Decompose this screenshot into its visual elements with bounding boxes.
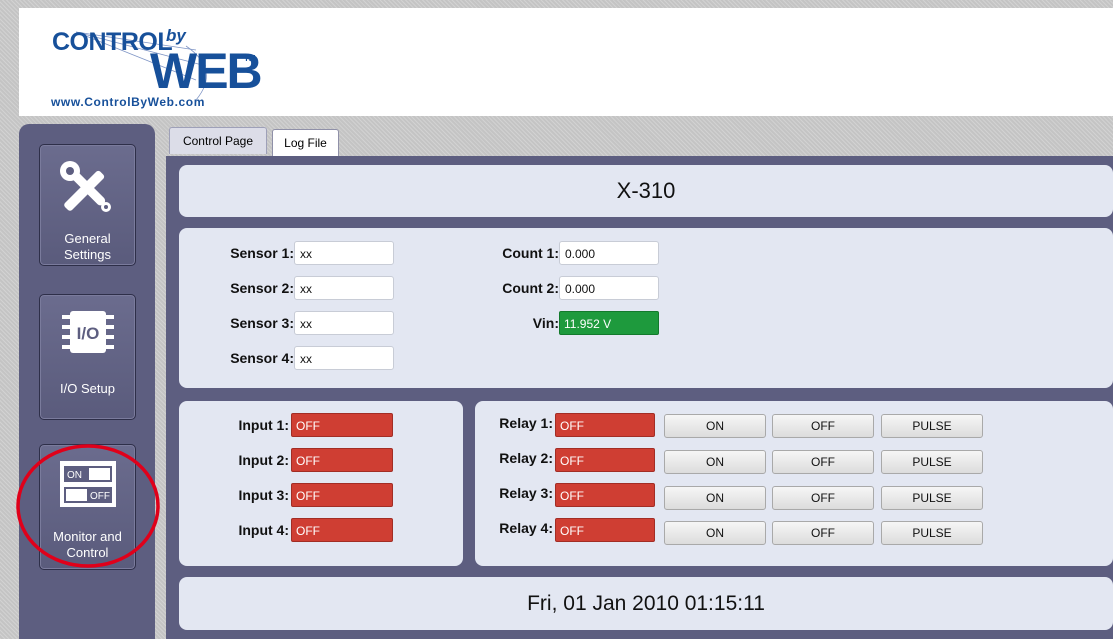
- sidebar-item-label: I/O Setup: [60, 381, 115, 396]
- sensor-label: Sensor 4:: [230, 350, 294, 366]
- input-status-badge: OFF: [291, 518, 393, 542]
- controlbyweb-logo[interactable]: CONTROL by WEB TM www.ControlByWeb.com: [46, 20, 276, 112]
- datetime-panel: Fri, 01 Jan 2010 01:15:11: [179, 577, 1113, 630]
- tab-control-page[interactable]: Control Page: [169, 127, 267, 154]
- relay-2-off-button[interactable]: OFF: [772, 450, 874, 474]
- sidebar-item-io-setup[interactable]: I/O I/O Setup: [39, 294, 136, 420]
- relay-1-off-button[interactable]: OFF: [772, 414, 874, 438]
- sensor-value: xx: [294, 276, 394, 300]
- sidebar-item-label: Monitor and Control: [53, 529, 122, 560]
- input-label: Input 4:: [238, 522, 289, 538]
- sensor-value: xx: [294, 241, 394, 265]
- vin-label: Vin:: [532, 315, 559, 331]
- switch-on-text: ON: [67, 470, 82, 481]
- relay-label: Relay 1:: [499, 415, 553, 431]
- relay-3-off-button[interactable]: OFF: [772, 486, 874, 510]
- relay-panel: Relay 1: OFF ON OFF PULSE Relay 2: OFF O…: [475, 401, 1113, 566]
- relay-status-badge: OFF: [555, 448, 655, 472]
- input-panel: Input 1: OFF Input 2: OFF Input 3: OFF I…: [179, 401, 463, 566]
- sidebar-item-general-settings[interactable]: General Settings: [39, 144, 136, 266]
- switch-off-text: OFF: [90, 491, 110, 502]
- logo-url-text: www.ControlByWeb.com: [51, 95, 206, 109]
- relay-1-pulse-button[interactable]: PULSE: [881, 414, 983, 438]
- relay-4-on-button[interactable]: ON: [664, 521, 766, 545]
- relay-2-pulse-button[interactable]: PULSE: [881, 450, 983, 474]
- device-title: X-310: [616, 178, 676, 203]
- input-status-badge: OFF: [291, 413, 393, 437]
- header: CONTROL by WEB TM www.ControlByWeb.com: [19, 8, 1113, 116]
- input-status-badge: OFF: [291, 483, 393, 507]
- input-label: Input 3:: [238, 487, 289, 503]
- relay-4-pulse-button[interactable]: PULSE: [881, 521, 983, 545]
- relay-status-badge: OFF: [555, 483, 655, 507]
- tab-log-file[interactable]: Log File: [272, 129, 339, 156]
- tools-icon: [60, 161, 111, 212]
- sidebar-item-label: General Settings: [64, 231, 111, 262]
- sidebar-item-monitor-and-control[interactable]: ON OFF Monitor and Control: [39, 444, 136, 570]
- sensor-value: xx: [294, 311, 394, 335]
- sensor-panel: Sensor 1: xx Sensor 2: xx Sensor 3: xx S…: [179, 228, 1113, 388]
- switch-toggle-icon: ON OFF: [60, 461, 116, 507]
- relay-label: Relay 4:: [499, 520, 553, 536]
- relay-label: Relay 2:: [499, 450, 553, 466]
- relay-1-on-button[interactable]: ON: [664, 414, 766, 438]
- input-label: Input 1:: [238, 417, 289, 433]
- sensor-label: Sensor 3:: [230, 315, 294, 331]
- vin-value: 11.952 V: [559, 311, 659, 335]
- relay-3-on-button[interactable]: ON: [664, 486, 766, 510]
- main-panel: X-310 Sensor 1: xx Sensor 2: xx Sensor 3…: [166, 156, 1113, 639]
- relay-3-pulse-button[interactable]: PULSE: [881, 486, 983, 510]
- input-label: Input 2:: [238, 452, 289, 468]
- sidebar: General Settings I/O I/O Setup ON OFF Mo…: [19, 124, 155, 639]
- relay-status-badge: OFF: [555, 518, 655, 542]
- sensor-label: Sensor 2:: [230, 280, 294, 296]
- counter-label: Count 2:: [502, 280, 559, 296]
- relay-label: Relay 3:: [499, 485, 553, 501]
- sensor-label: Sensor 1:: [230, 245, 294, 261]
- counter-label: Count 1:: [502, 245, 559, 261]
- counter-value: 0.000: [559, 276, 659, 300]
- device-title-panel: X-310: [179, 165, 1113, 217]
- datetime-display: Fri, 01 Jan 2010 01:15:11: [527, 592, 765, 615]
- relay-status-badge: OFF: [555, 413, 655, 437]
- logo-tm-mark: TM: [244, 54, 256, 63]
- input-status-badge: OFF: [291, 448, 393, 472]
- io-chip-text: I/O: [77, 324, 100, 343]
- sensor-value: xx: [294, 346, 394, 370]
- io-chip-icon: I/O: [62, 311, 114, 353]
- relay-4-off-button[interactable]: OFF: [772, 521, 874, 545]
- relay-2-on-button[interactable]: ON: [664, 450, 766, 474]
- counter-value: 0.000: [559, 241, 659, 265]
